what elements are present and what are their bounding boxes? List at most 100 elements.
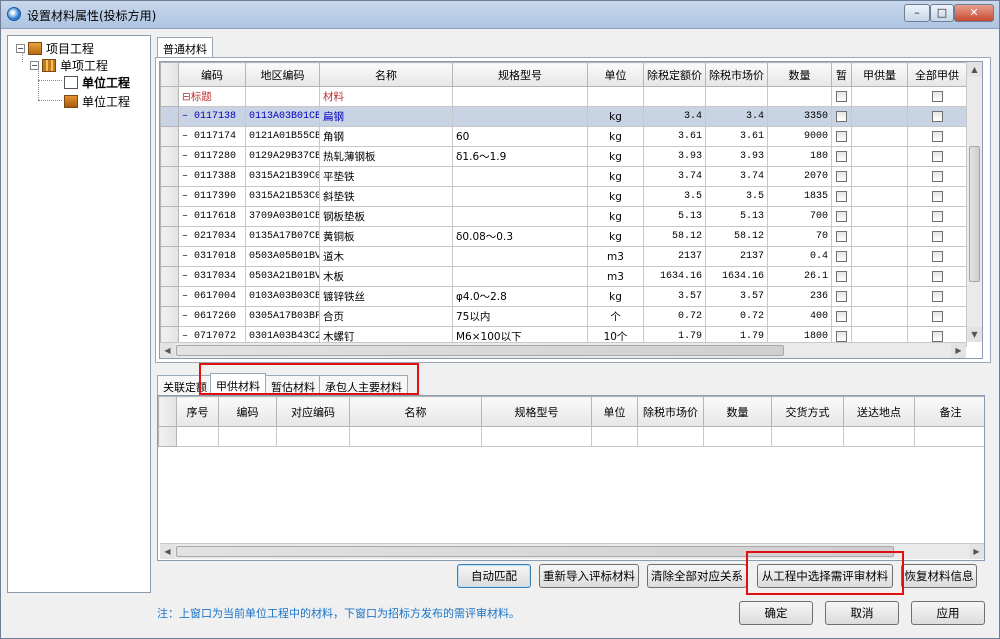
minimize-button[interactable]: – xyxy=(904,4,930,22)
cell-spec[interactable] xyxy=(452,166,588,187)
tree-node-unit-1[interactable]: 单位工程 xyxy=(64,74,130,91)
cell-spec[interactable]: δ0.08～0.3 xyxy=(452,226,588,247)
row-header-cell[interactable] xyxy=(160,146,179,167)
cell-quota[interactable]: 3.57 xyxy=(643,286,706,307)
checkbox[interactable] xyxy=(931,131,943,142)
row-header-cell[interactable] xyxy=(160,266,179,287)
cell-unit[interactable]: kg xyxy=(587,206,644,227)
restore-button[interactable]: 恢复材料信息 xyxy=(901,564,977,588)
cell-unit[interactable]: kg xyxy=(587,106,644,127)
cell-area[interactable]: 0315A21B53C01 xyxy=(245,186,320,207)
checkbox-cell[interactable] xyxy=(907,206,967,227)
cell-name[interactable]: 合页 xyxy=(319,306,453,327)
cell-unit[interactable]: kg xyxy=(587,186,644,207)
checkbox[interactable] xyxy=(836,331,847,342)
table-row[interactable]: – 0117280 0129A29B37CB 热轧薄钢板 δ1.6～1.9 kg 3.93… xyxy=(160,146,967,167)
col-header[interactable]: 数量 xyxy=(767,62,832,87)
cell-qty[interactable]: 0.4 xyxy=(767,246,832,267)
cell-area[interactable]: 0315A21B39C01 xyxy=(245,166,320,187)
cell-qty[interactable]: 1835 xyxy=(767,186,832,207)
cell-market[interactable]: 3.93 xyxy=(705,146,768,167)
checkbox-cell[interactable] xyxy=(907,286,967,307)
checkbox-cell[interactable] xyxy=(907,166,967,187)
checkbox[interactable] xyxy=(836,91,847,102)
cell-area[interactable]: 0103A03B03CB xyxy=(245,286,320,307)
cell-quota[interactable]: 2137 xyxy=(643,246,706,267)
cell-qty[interactable]: 26.1 xyxy=(767,266,832,287)
table-row[interactable]: – 0217034 0135A17B07CB 黄铜板 δ0.08～0.3 kg 58.12… xyxy=(160,226,967,247)
cell-unit[interactable]: m3 xyxy=(587,266,644,287)
checkbox-cell[interactable] xyxy=(907,186,967,207)
tree-node-project[interactable]: − 项目工程 xyxy=(16,40,94,57)
cell-qty[interactable]: 9000 xyxy=(767,126,832,147)
checkbox-cell[interactable] xyxy=(831,166,852,187)
checkbox[interactable] xyxy=(836,131,847,142)
cell-empty[interactable] xyxy=(851,266,908,287)
checkbox[interactable] xyxy=(836,231,847,242)
col-header[interactable]: 编码 xyxy=(178,62,246,87)
tree-node-item[interactable]: − 单项工程 xyxy=(30,57,108,74)
group-header-row[interactable]: ⊟标题 材料 xyxy=(160,86,967,107)
table-row[interactable]: – 0617004 0103A03B03CB 镀锌铁丝 φ4.0～2.8 kg 3.57 3… xyxy=(160,286,967,307)
row-header-cell[interactable] xyxy=(160,106,179,127)
cell-name[interactable]: 热轧薄钢板 xyxy=(319,146,453,167)
cell-code[interactable]: – 0217034 xyxy=(178,226,246,247)
row-header-cell[interactable] xyxy=(160,186,179,207)
checkbox[interactable] xyxy=(931,291,943,302)
cell-spec[interactable] xyxy=(452,246,588,267)
cell-name[interactable]: 黄铜板 xyxy=(319,226,453,247)
checkbox[interactable] xyxy=(931,151,943,162)
cell-name[interactable]: 角钢 xyxy=(319,126,453,147)
checkbox[interactable] xyxy=(931,211,943,222)
col-header[interactable]: 名称 xyxy=(349,396,482,427)
table-row[interactable]: – 0117388 0315A21B39C01 平垫铁 kg 3.74 3.74 2070 xyxy=(160,166,967,187)
cell-market[interactable]: 3.74 xyxy=(705,166,768,187)
col-header[interactable]: 数量 xyxy=(703,396,772,427)
checkbox[interactable] xyxy=(836,111,847,122)
cell-quota[interactable]: 58.12 xyxy=(643,226,706,247)
top-vertical-scrollbar[interactable]: ▲ ▼ xyxy=(966,62,982,342)
cell-quota[interactable]: 3.93 xyxy=(643,146,706,167)
cell-area[interactable]: 0503A21B01BV xyxy=(245,266,320,287)
checkbox[interactable] xyxy=(931,91,943,102)
row-header-cell[interactable] xyxy=(160,246,179,267)
cell-empty[interactable] xyxy=(851,226,908,247)
cell-market[interactable]: 2137 xyxy=(705,246,768,267)
cell-empty[interactable] xyxy=(851,186,908,207)
cell-market[interactable]: 1634.16 xyxy=(705,266,768,287)
checkbox-cell[interactable] xyxy=(907,106,967,127)
cell-empty[interactable] xyxy=(851,206,908,227)
row-header-cell[interactable] xyxy=(160,306,179,327)
cell-name[interactable]: 钢板垫板 xyxy=(319,206,453,227)
cell-area[interactable]: 3709A03B01CB xyxy=(245,206,320,227)
checkbox[interactable] xyxy=(931,191,943,202)
checkbox-cell[interactable] xyxy=(907,146,967,167)
cell-empty[interactable] xyxy=(851,286,908,307)
cell-empty[interactable] xyxy=(851,246,908,267)
checkbox[interactable] xyxy=(931,231,943,242)
row-header-cell[interactable] xyxy=(160,126,179,147)
cell-market[interactable]: 58.12 xyxy=(705,226,768,247)
cell-code[interactable]: – 0617260 xyxy=(178,306,246,327)
table-row[interactable]: – 0317034 0503A21B01BV 木板 m3 1634.16 1634.16 2… xyxy=(160,266,967,287)
cell-qty[interactable]: 236 xyxy=(767,286,832,307)
col-header[interactable]: 名称 xyxy=(319,62,453,87)
table-row[interactable]: – 0117174 0121A01B55CB 角钢 60 kg 3.61 3.61 9000 xyxy=(160,126,967,147)
checkbox-cell[interactable] xyxy=(831,226,852,247)
cell-name[interactable]: 平垫铁 xyxy=(319,166,453,187)
row-header-cell[interactable] xyxy=(160,166,179,187)
ok-button[interactable]: 确定 xyxy=(739,601,813,625)
checkbox[interactable] xyxy=(836,311,847,322)
cell-area[interactable]: 0503A05B01BV xyxy=(245,246,320,267)
cancel-button[interactable]: 取消 xyxy=(825,601,899,625)
cell-code[interactable]: – 0117618 xyxy=(178,206,246,227)
cell-market[interactable]: 0.72 xyxy=(705,306,768,327)
col-header[interactable]: 除税市场价 xyxy=(705,62,768,87)
table-row[interactable]: – 0117618 3709A03B01CB 钢板垫板 kg 5.13 5.13 700 xyxy=(160,206,967,227)
scroll-thumb[interactable] xyxy=(969,146,980,282)
cell-empty[interactable] xyxy=(851,146,908,167)
cell-quota[interactable]: 3.61 xyxy=(643,126,706,147)
cell-empty[interactable] xyxy=(851,106,908,127)
cell-market[interactable]: 3.61 xyxy=(705,126,768,147)
col-header[interactable]: 暂 xyxy=(831,62,852,87)
